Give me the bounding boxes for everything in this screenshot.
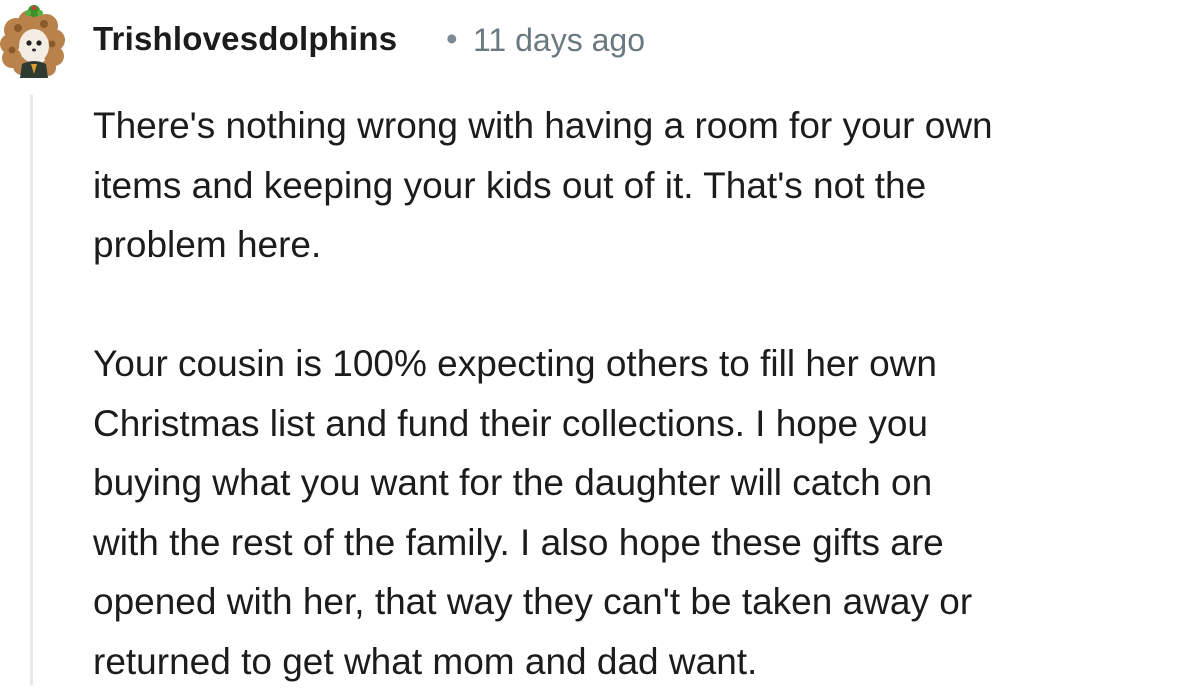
username[interactable]: Trishlovesdolphins [93, 20, 397, 58]
comment: Trishlovesdolphins • 11 days ago There's… [0, 0, 1177, 685]
separator-dot: • [446, 20, 458, 57]
comment-header: Trishlovesdolphins • 11 days ago [0, 0, 1177, 80]
comment-timestamp[interactable]: 11 days ago [473, 22, 645, 59]
comment-paragraph: There's nothing wrong with having a room… [93, 105, 993, 265]
thread-line[interactable] [30, 95, 33, 685]
comment-paragraph: Your cousin is 100% expecting others to … [93, 343, 973, 682]
user-avatar-icon[interactable] [0, 4, 66, 78]
comment-body: There's nothing wrong with having a room… [93, 96, 1173, 691]
